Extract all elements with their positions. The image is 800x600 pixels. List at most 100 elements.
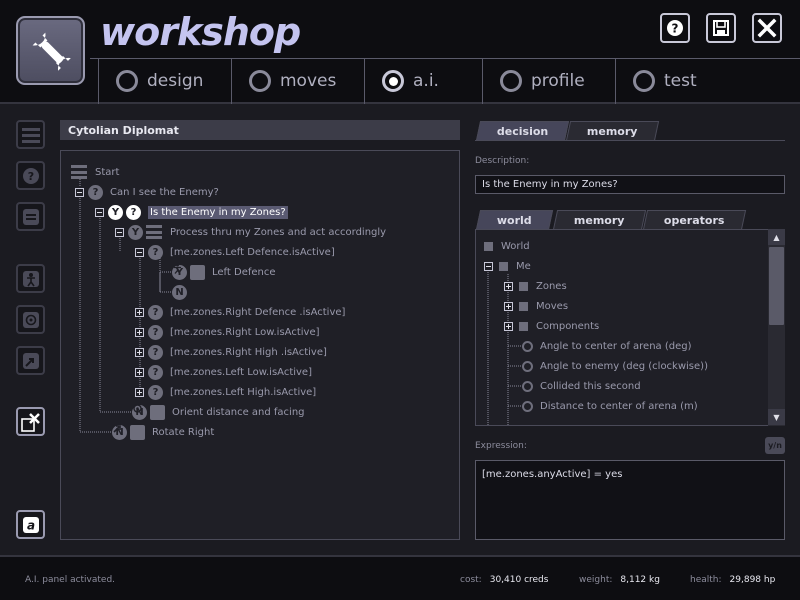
tree-node-rotate[interactable]: N Rotate Right bbox=[112, 423, 214, 441]
expand-icon[interactable] bbox=[135, 387, 144, 397]
tree-node-start[interactable]: Start bbox=[71, 163, 119, 181]
world-leaf[interactable]: Collided this second bbox=[522, 377, 641, 395]
radio-icon bbox=[633, 70, 655, 92]
add-process-button[interactable] bbox=[16, 120, 45, 149]
scroll-thumb[interactable] bbox=[769, 247, 784, 325]
tree-node-question-selected[interactable]: Y ? Is the Enemy in my Zones? bbox=[95, 203, 288, 221]
collapse-icon[interactable] bbox=[484, 261, 493, 271]
wrench-logo-icon bbox=[16, 16, 85, 85]
expand-icon[interactable] bbox=[135, 347, 144, 357]
tab-ai[interactable]: a.i. bbox=[364, 58, 439, 104]
value-icon bbox=[522, 380, 533, 392]
tree-node-empty[interactable]: N bbox=[172, 283, 194, 301]
question-icon: ? bbox=[88, 184, 103, 200]
tab-memory[interactable]: memory bbox=[552, 210, 646, 230]
world-node[interactable]: World bbox=[484, 237, 530, 255]
cost-stat: cost: 30,410 creds bbox=[460, 575, 549, 585]
world-node[interactable]: Zones bbox=[504, 277, 567, 295]
scroll-up-button[interactable]: ▲ bbox=[768, 229, 785, 245]
tree-node-zone[interactable]: ? [me.zones.Right Defence .isActive] bbox=[135, 303, 345, 321]
tab-test[interactable]: test bbox=[615, 58, 697, 104]
question-icon: ? bbox=[148, 304, 163, 320]
world-leaf[interactable]: Angle to center of arena (deg) bbox=[522, 337, 692, 355]
expand-icon[interactable] bbox=[135, 367, 144, 377]
list-icon bbox=[21, 127, 40, 143]
tree-title: Cytolian Diplomat bbox=[60, 120, 460, 140]
tab-profile[interactable]: profile bbox=[482, 58, 585, 104]
folder-icon bbox=[519, 321, 528, 331]
tab-label: design bbox=[147, 71, 204, 91]
add-question-button[interactable]: ? bbox=[16, 161, 45, 190]
add-rotate-button[interactable] bbox=[16, 346, 45, 375]
value-icon bbox=[522, 400, 533, 412]
delete-node-button[interactable] bbox=[16, 407, 45, 436]
add-expression-button[interactable] bbox=[16, 202, 45, 231]
tree-node-process[interactable]: Y Process thru my Zones and act accordin… bbox=[115, 223, 386, 241]
nav-separator bbox=[615, 58, 616, 104]
status-message: A.I. panel activated. bbox=[25, 575, 116, 585]
ai-mode-button[interactable]: a bbox=[16, 510, 45, 539]
tab-world[interactable]: world bbox=[475, 210, 553, 230]
world-leaf[interactable]: Distance to center of arena (m) bbox=[522, 397, 698, 415]
figure-icon bbox=[174, 263, 205, 280]
question-icon: ? bbox=[126, 204, 141, 220]
action-icon bbox=[113, 424, 145, 440]
nav-separator bbox=[231, 58, 232, 104]
close-button[interactable] bbox=[752, 13, 782, 43]
add-move-button[interactable] bbox=[16, 264, 45, 293]
tab-memory-top[interactable]: memory bbox=[565, 121, 659, 141]
tree-node-move[interactable]: Y Left Defence bbox=[172, 263, 276, 281]
radio-icon bbox=[116, 70, 138, 92]
world-node[interactable]: Me bbox=[484, 257, 531, 275]
tree-node-zone[interactable]: ? [me.zones.Right Low.isActive] bbox=[135, 323, 320, 341]
collapse-icon[interactable] bbox=[135, 247, 144, 257]
expand-icon[interactable] bbox=[135, 327, 144, 337]
tree-node-zone[interactable]: ? [me.zones.Left High.isActive] bbox=[135, 383, 316, 401]
nav-rule bbox=[90, 58, 800, 59]
collapse-icon[interactable] bbox=[75, 187, 84, 197]
tab-moves[interactable]: moves bbox=[231, 58, 336, 104]
a-icon: a bbox=[22, 516, 39, 533]
weight-stat: weight: 8,112 kg bbox=[579, 575, 660, 585]
help-button[interactable]: ? bbox=[660, 13, 690, 43]
tree-node-zone[interactable]: ? [me.zones.Left Low.isActive] bbox=[135, 363, 312, 381]
tree-node-orient[interactable]: N Orient distance and facing bbox=[132, 403, 305, 421]
expand-icon[interactable] bbox=[504, 281, 513, 291]
add-orient-button[interactable] bbox=[16, 305, 45, 334]
main-nav: design moves a.i. profile test bbox=[90, 58, 800, 104]
nav-separator bbox=[364, 58, 365, 104]
health-stat: health: 29,898 hp bbox=[690, 575, 776, 585]
expand-icon[interactable] bbox=[504, 301, 513, 311]
nav-separator bbox=[98, 58, 99, 104]
collapse-icon[interactable] bbox=[95, 207, 104, 217]
world-node[interactable]: Moves bbox=[504, 297, 568, 315]
tree-node-question[interactable]: ? Can I see the Enemy? bbox=[75, 183, 219, 201]
description-field[interactable]: Is the Enemy in my Zones? bbox=[475, 175, 785, 194]
expand-icon[interactable] bbox=[135, 307, 144, 317]
tab-design[interactable]: design bbox=[98, 58, 204, 104]
nav-separator bbox=[482, 58, 483, 104]
close-icon bbox=[757, 18, 777, 38]
question-icon: ? bbox=[22, 167, 39, 184]
tab-label: a.i. bbox=[413, 71, 439, 91]
expression-field[interactable]: [me.zones.anyActive] = yes bbox=[475, 460, 785, 540]
header: workshop ? design moves a.i. profile tes… bbox=[0, 0, 800, 104]
folder-icon bbox=[519, 281, 528, 291]
expand-icon[interactable] bbox=[504, 321, 513, 331]
world-node[interactable]: Components bbox=[504, 317, 599, 335]
tree-node-zone[interactable]: ? [me.zones.Left Defence.isActive] bbox=[135, 243, 335, 261]
world-leaf[interactable]: Angle to enemy (deg (clockwise)) bbox=[522, 357, 708, 375]
tab-decision[interactable]: decision bbox=[475, 121, 570, 141]
svg-text:a: a bbox=[26, 518, 34, 532]
tab-operators[interactable]: operators bbox=[642, 210, 746, 230]
tree-node-zone[interactable]: ? [me.zones.Right High .isActive] bbox=[135, 343, 327, 361]
list-icon bbox=[146, 225, 162, 239]
list-icon bbox=[71, 165, 87, 179]
save-button[interactable] bbox=[706, 13, 736, 43]
folder-icon bbox=[484, 241, 493, 251]
collapse-icon[interactable] bbox=[115, 227, 124, 237]
value-icon bbox=[522, 340, 533, 352]
scroll-down-button[interactable]: ▼ bbox=[768, 409, 785, 425]
tab-label: profile bbox=[531, 71, 585, 91]
yes-no-button[interactable]: y/n bbox=[765, 437, 785, 454]
